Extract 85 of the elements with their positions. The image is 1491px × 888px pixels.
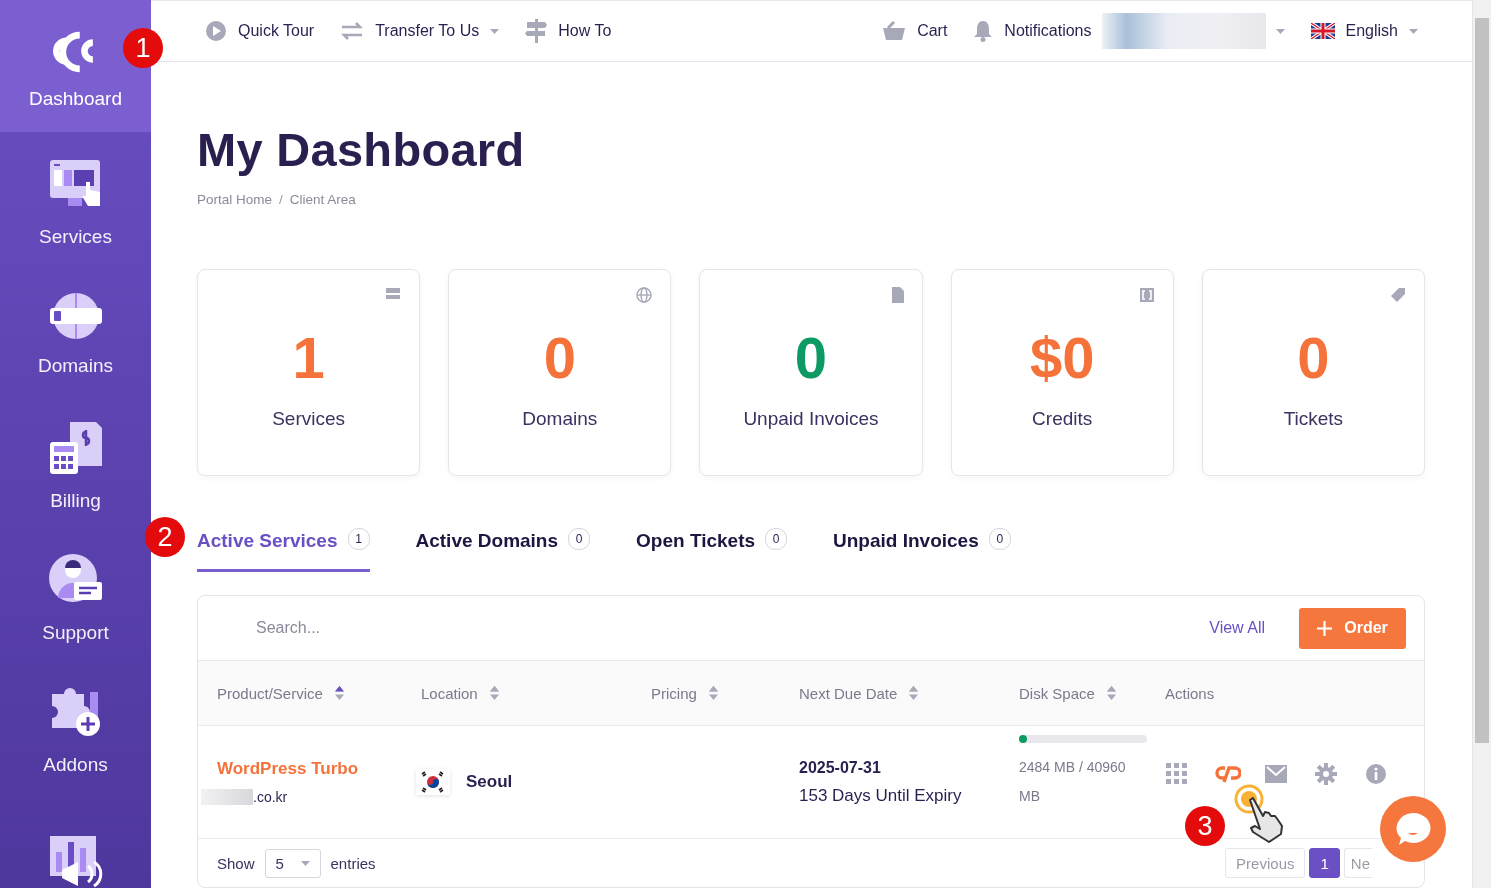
info-icon[interactable] xyxy=(1365,763,1387,785)
control-panel-icon[interactable] xyxy=(1215,764,1241,784)
calculator-invoice-icon xyxy=(47,420,104,476)
plus-icon xyxy=(1317,620,1333,636)
language-selector[interactable]: English xyxy=(1310,22,1418,40)
stat-label: Tickets xyxy=(1283,408,1344,430)
sidebar-item[interactable]: Addons xyxy=(0,660,151,792)
page-size-select[interactable]: 5 xyxy=(264,848,321,878)
breadcrumb-separator: / xyxy=(279,192,283,207)
step-number-badge: 3 xyxy=(1185,806,1225,846)
page-title: My Dashboard xyxy=(197,122,526,178)
stat-label: Domains xyxy=(522,408,598,430)
chart-megaphone-icon xyxy=(47,834,104,888)
column-header[interactable]: Pricing xyxy=(651,684,697,702)
tab[interactable]: Unpaid Invoices 0 xyxy=(833,526,1011,572)
disk-usage-text: 2484 MB / 40960 MB xyxy=(1019,758,1127,806)
flag-icon xyxy=(416,769,450,795)
column-header[interactable]: Product/Service xyxy=(217,684,323,702)
sort-icon[interactable] xyxy=(334,685,344,701)
document-icon xyxy=(891,287,904,303)
sidebar-item[interactable]: Services xyxy=(0,132,151,264)
settings-icon[interactable] xyxy=(1315,763,1337,785)
basket-icon xyxy=(882,21,907,41)
signpost-icon xyxy=(525,19,548,43)
globe-icon xyxy=(636,287,653,303)
grid-icon[interactable] xyxy=(1165,762,1189,786)
tab[interactable]: Open Tickets 0 xyxy=(636,526,788,572)
domain-name: .co.kr xyxy=(253,789,288,805)
sidebar-item[interactable]: Domains xyxy=(0,264,151,396)
redacted-text xyxy=(201,789,253,805)
tab[interactable]: Active Domains 0 xyxy=(415,526,591,572)
stat-label: Credits xyxy=(1032,408,1093,430)
view-all-link[interactable]: View All xyxy=(1209,619,1265,637)
caret-icon xyxy=(1409,28,1418,34)
count-badge: 0 xyxy=(988,528,1011,550)
tag-icon xyxy=(1390,287,1406,303)
scrollbar[interactable] xyxy=(1472,0,1491,888)
stat-card[interactable]: $0 Credits xyxy=(950,269,1174,476)
column-header[interactable]: Actions xyxy=(1165,684,1215,702)
stat-value: 0 xyxy=(543,328,576,388)
column-header[interactable]: Location xyxy=(421,684,478,702)
server-icon xyxy=(385,287,402,301)
column-header[interactable]: Disk Space xyxy=(1019,684,1095,702)
pagination-button[interactable]: 1 xyxy=(1309,848,1340,878)
transfer-arrows-icon xyxy=(340,21,365,41)
column-header[interactable]: Next Due Date xyxy=(799,684,898,702)
stat-label: Unpaid Invoices xyxy=(743,408,879,430)
stat-value: 0 xyxy=(794,328,828,388)
due-date: 2025-07-31 xyxy=(799,758,882,777)
mail-icon[interactable] xyxy=(1265,765,1287,783)
entries-label: entries xyxy=(330,854,376,872)
stat-card[interactable]: 0 Domains xyxy=(448,269,672,476)
tab[interactable]: Active Services 1 xyxy=(197,526,370,572)
stat-card[interactable]: 0 Unpaid Invoices xyxy=(699,269,923,476)
bracket-card-icon xyxy=(1138,287,1155,303)
caret-icon xyxy=(1275,28,1285,34)
breadcrumb-link[interactable]: Portal Home xyxy=(197,192,273,207)
stat-label: Services xyxy=(272,408,345,430)
breadcrumb-link[interactable]: Client Area xyxy=(289,192,356,207)
stat-card[interactable]: 1 Services xyxy=(197,269,421,476)
chat-bubble-icon xyxy=(1394,811,1432,847)
caret-icon xyxy=(490,28,500,34)
count-badge: 0 xyxy=(568,528,591,550)
bell-icon xyxy=(973,20,994,42)
flag-icon xyxy=(1310,23,1335,39)
stat-value: $0 xyxy=(1029,328,1095,388)
www-globe-icon xyxy=(47,291,104,341)
show-label: Show xyxy=(217,854,255,872)
expiry-text: 153 Days Until Expiry xyxy=(799,785,963,806)
stat-value: 1 xyxy=(292,328,325,388)
nav-link[interactable]: How To xyxy=(525,19,612,43)
nav-link[interactable]: Cart xyxy=(882,21,948,41)
stat-value: 0 xyxy=(1297,328,1330,388)
nav-link[interactable]: Quick Tour xyxy=(205,20,315,42)
play-icon xyxy=(205,20,227,42)
nav-link[interactable]: Notifications xyxy=(973,20,1092,42)
account-menu-caret[interactable] xyxy=(1275,28,1285,34)
nav-link[interactable]: Transfer To Us xyxy=(340,21,500,41)
step-number-badge: 1 xyxy=(123,28,163,68)
count-badge: 1 xyxy=(347,528,370,550)
location-name: Seoul xyxy=(466,772,513,792)
stat-card[interactable]: 0 Tickets xyxy=(1201,269,1425,476)
caret-icon xyxy=(300,860,310,866)
step-number-badge: 2 xyxy=(145,517,185,557)
count-badge: 0 xyxy=(765,528,788,550)
